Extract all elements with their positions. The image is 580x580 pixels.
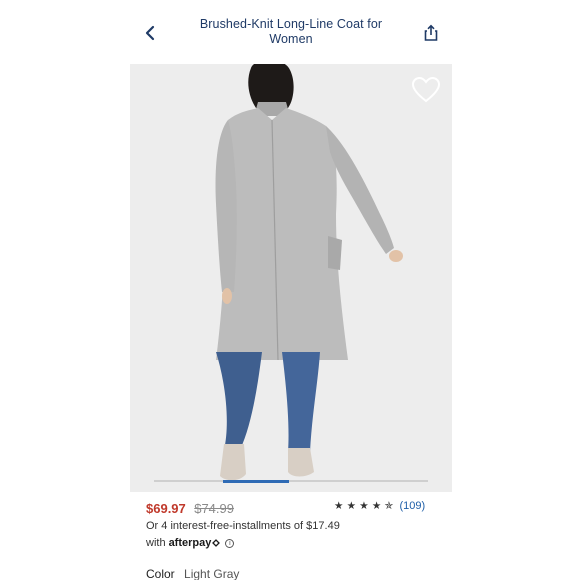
- color-value: Light Gray: [184, 567, 240, 580]
- afterpay-loop-icon: [212, 539, 221, 547]
- original-price: $74.99: [194, 501, 234, 516]
- product-image[interactable]: [130, 64, 452, 492]
- favorite-button[interactable]: [411, 76, 441, 104]
- afterpay-logo: afterpay: [168, 537, 212, 549]
- share-button[interactable]: [422, 24, 442, 44]
- page-title: Brushed-Knit Long-Line Coat for Women: [199, 17, 383, 46]
- rating-summary[interactable]: ★★★★✯ (109): [334, 500, 425, 512]
- back-button[interactable]: [140, 22, 160, 44]
- chevron-left-icon: [145, 25, 155, 41]
- afterpay-prefix: with: [146, 537, 166, 549]
- price-block: $69.97 $74.99: [146, 500, 234, 516]
- info-icon[interactable]: i: [225, 538, 235, 548]
- afterpay-row[interactable]: with afterpay i: [146, 537, 235, 549]
- color-label: Color: [146, 567, 175, 580]
- coat-model-photo: [130, 64, 452, 492]
- sale-price: $69.97: [146, 501, 186, 516]
- installments-text: Or 4 interest-free-installments of $17.4…: [146, 520, 340, 532]
- image-carousel-indicator[interactable]: [154, 479, 428, 483]
- review-count-link[interactable]: (109): [399, 500, 425, 512]
- top-nav-bar: Brushed-Knit Long-Line Coat for Women: [130, 0, 452, 64]
- share-icon: [424, 24, 438, 41]
- heart-icon: [411, 76, 441, 103]
- color-selector: Color Light Gray: [146, 567, 239, 580]
- carousel-active-indicator: [222, 479, 289, 483]
- product-screen: Brushed-Knit Long-Line Coat for Women $6…: [130, 0, 452, 580]
- star-rating-icon: ★★★★✯: [334, 500, 397, 512]
